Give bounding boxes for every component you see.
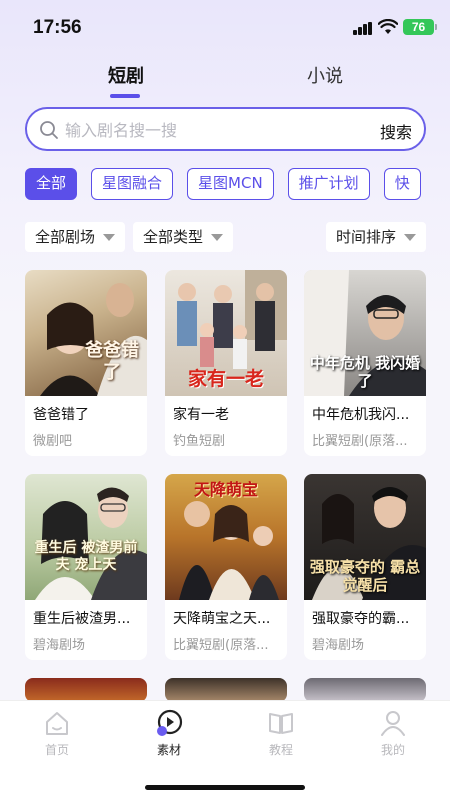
chip-promotion-plan[interactable]: 推广计划 [287,168,370,200]
poster-title: 中年危机 我闪婚了 [309,354,421,390]
drama-poster: 中年危机 我闪婚了 [304,270,426,396]
drama-source: 碧海剧场 [33,638,86,653]
drama-poster: 重生后 被渣男前夫 宠上天 [25,474,147,600]
poster-title: 天降萌宝 [193,480,258,499]
drama-poster: 天降萌宝 [165,474,287,600]
drama-card[interactable]: 中年危机 我闪婚了 中年危机我闪... 比翼短剧(原落... [304,270,426,456]
search-input[interactable] [65,117,365,143]
tab-short-drama[interactable]: 短剧 [108,62,144,88]
home-icon [46,712,68,735]
user-icon [381,711,405,736]
home-indicator [145,785,305,790]
poster-title: 爸爸错了 [85,340,139,383]
drama-card[interactable]: 强取豪夺的 霸总觉醒后 强取豪夺的霸... 碧海剧场 [304,474,426,660]
type-filter-label: 全部类型 [143,228,204,246]
sort-label: 时间排序 [335,228,396,246]
drama-card-partial[interactable] [165,678,287,702]
signal-icon [353,22,373,35]
poster-title: 强取豪夺的 霸总觉醒后 [309,558,421,594]
drama-poster: 强取豪夺的 霸总觉醒后 [304,474,426,600]
drama-source: 微剧吧 [33,434,73,449]
theater-filter-dropdown[interactable]: 全部剧场 [25,222,126,252]
poster-title: 家有一老 [187,368,264,390]
drama-card[interactable]: 重生后 被渣男前夫 宠上天 重生后被渣男... 碧海剧场 [25,474,147,660]
dropdown-arrow-icon [211,234,224,241]
dropdown-arrow-icon [404,234,416,241]
drama-title: 天降萌宝之天... [173,611,271,627]
drama-poster: 家有一老 [165,270,287,396]
drama-card[interactable]: 爸爸错了 爸爸错了 微剧吧 [25,270,147,456]
chip-partial[interactable]: 快 [383,168,421,200]
chip-all[interactable]: 全部 [25,168,78,200]
drama-poster: 爸爸错了 [25,270,147,396]
category-chips: 全部 星图融合 星图MCN 推广计划快 [25,168,450,202]
wifi-icon [378,19,398,34]
drama-card-partial[interactable] [25,678,147,702]
drama-title: 爸爸错了 [33,407,89,423]
chip-xingtu-mcn[interactable]: 星图MCN [187,168,274,200]
drama-title: 家有一老 [173,407,229,423]
filter-bar: 全部剧场 全部类型 时间排序 [25,222,426,252]
drama-source: 钓鱼短剧 [173,434,226,449]
tab-active-indicator [110,94,140,98]
nav-material[interactable]: 素材 [129,709,209,758]
battery-icon: 76 [403,19,434,35]
nav-tutorial-label: 教程 [268,743,293,757]
dropdown-arrow-icon [103,234,116,241]
drama-title: 重生后被渣男... [33,611,131,627]
status-bar: 17:56 76 [0,0,450,56]
sort-dropdown[interactable]: 时间排序 [325,222,426,252]
book-icon [269,713,293,734]
search-button[interactable]: 搜索 [380,119,412,143]
nav-profile-label: 我的 [380,743,405,757]
theater-filter-label: 全部剧场 [35,228,96,246]
play-icon [157,709,183,736]
nav-tutorial[interactable]: 教程 [241,709,321,758]
drama-source: 比翼短剧(原落... [173,638,269,653]
nav-material-label: 素材 [156,743,181,757]
search-bar: 搜索 [25,107,426,151]
status-time: 17:56 [33,17,82,38]
tab-novel[interactable]: 小说 [307,62,343,88]
poster-title: 重生后 被渣男前夫 宠上天 [34,540,138,573]
battery-cap [435,24,437,30]
drama-source: 碧海剧场 [312,638,365,653]
drama-card[interactable]: 家有一老 家有一老 钓鱼短剧 [165,270,287,456]
chip-xingtu-fusion[interactable]: 星图融合 [91,168,174,200]
top-tabs: 短剧 小说 [0,62,450,102]
search-icon [40,121,58,139]
nav-profile[interactable]: 我的 [353,709,433,758]
poster-art [35,487,147,600]
drama-title: 中年危机我闪... [312,407,410,423]
nav-home-label: 首页 [44,743,69,757]
drama-card-partial[interactable] [304,678,426,702]
drama-title: 强取豪夺的霸... [312,611,410,627]
type-filter-dropdown[interactable]: 全部类型 [133,222,234,252]
nav-home[interactable]: 首页 [17,709,97,758]
drama-source: 比翼短剧(原落... [312,434,408,449]
drama-card[interactable]: 天降萌宝 天降萌宝之天... 比翼短剧(原落... [165,474,287,660]
